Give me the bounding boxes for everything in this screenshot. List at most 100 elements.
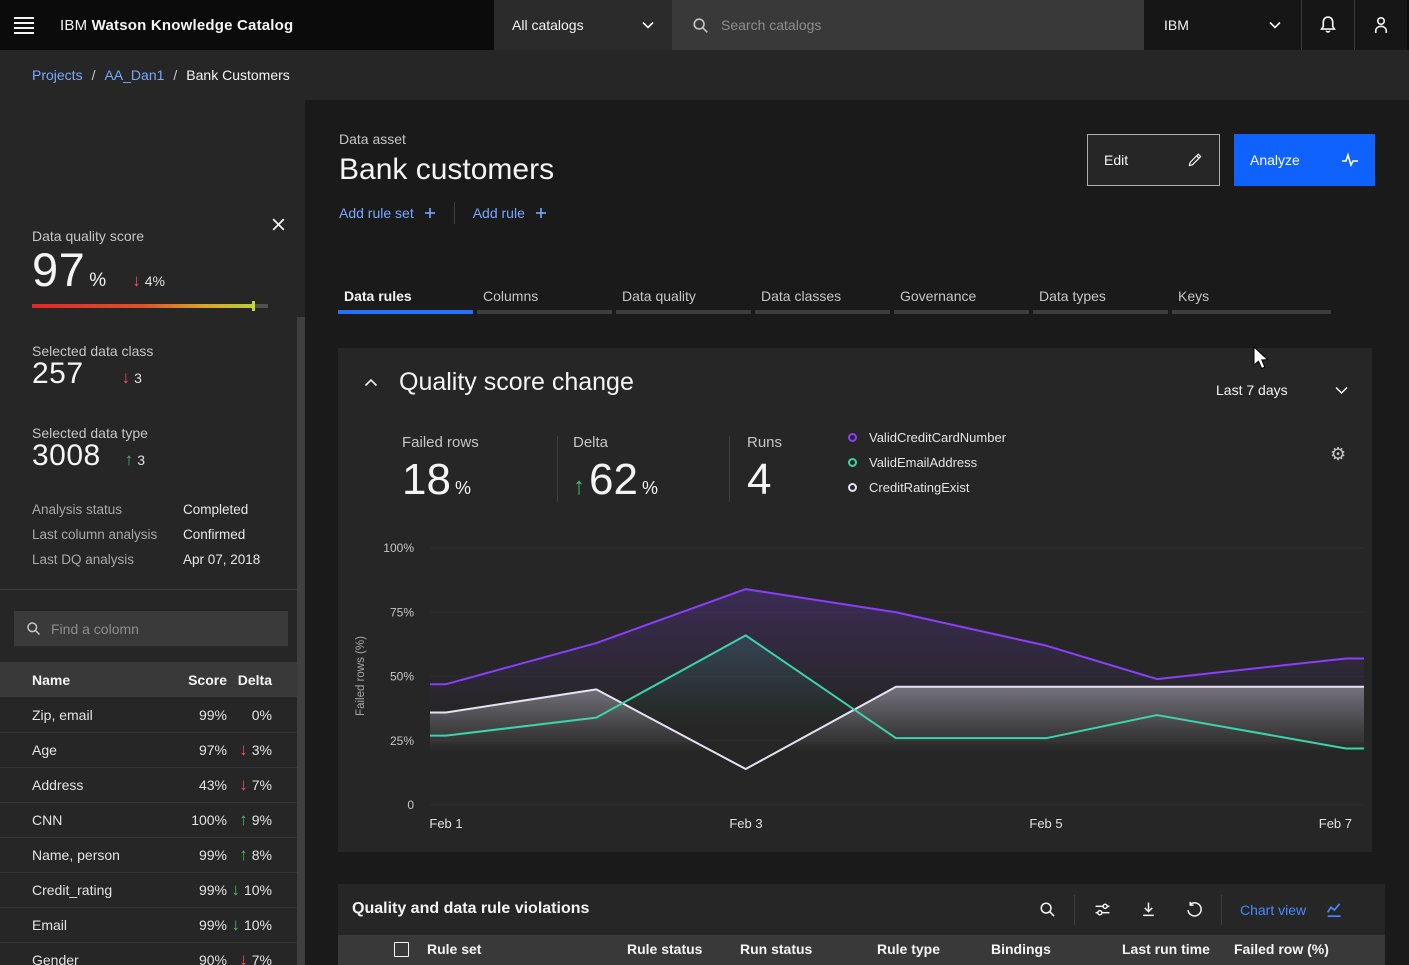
close-panel-button[interactable] [271, 217, 286, 232]
column-row[interactable]: CNN100%↑9% [0, 802, 305, 837]
tab-data-quality[interactable]: Data quality [616, 272, 755, 314]
tab-keys[interactable]: Keys [1172, 272, 1311, 314]
divider [454, 202, 455, 224]
breadcrumb-separator: / [173, 67, 177, 83]
breadcrumb-separator: / [92, 67, 96, 83]
find-column-input[interactable] [51, 621, 276, 637]
add-rule-set-link[interactable]: Add rule set [339, 205, 436, 221]
up-arrow-icon: ↑ [239, 845, 248, 865]
reset-button[interactable] [1179, 893, 1209, 926]
data-type-delta: 3 [137, 452, 145, 468]
download-button[interactable] [1133, 893, 1163, 926]
svg-text:0: 0 [407, 798, 414, 812]
plus-icon [424, 207, 436, 219]
edit-button[interactable]: Edit [1087, 134, 1220, 186]
collapse-section-button[interactable] [364, 378, 378, 387]
svg-text:Feb 7: Feb 7 [1319, 816, 1352, 831]
violations-header-last-run-time[interactable]: Last run time [1122, 941, 1234, 957]
svg-text:50%: 50% [390, 670, 414, 684]
header-delta: Delta [227, 672, 305, 688]
violations-header-failed-row-[interactable]: Failed row (%) [1234, 941, 1384, 957]
activity-icon [1341, 152, 1359, 168]
tab-data-types[interactable]: Data types [1033, 272, 1172, 314]
tab-data-classes[interactable]: Data classes [755, 272, 894, 314]
breadcrumb-item[interactable]: AA_Dan1 [104, 67, 164, 83]
search-input[interactable] [721, 17, 1123, 33]
quality-score-change-card: Quality score change Last 7 days Failed … [338, 348, 1372, 852]
column-row[interactable]: Credit_rating99%↓10% [0, 872, 305, 907]
svg-text:Feb 5: Feb 5 [1029, 816, 1062, 831]
search-button[interactable] [1032, 893, 1062, 926]
legend-item[interactable]: CreditRatingExist [848, 480, 1006, 495]
column-search [14, 611, 288, 646]
runs-stat: Runs 4 [747, 434, 782, 505]
column-row[interactable]: Email99%↓10% [0, 907, 305, 942]
add-rule-label: Add rule [473, 205, 525, 221]
violations-header-rule-status[interactable]: Rule status [627, 941, 740, 957]
divider [0, 589, 305, 590]
delta-stat: Delta ↑62% [573, 434, 658, 505]
legend-item[interactable]: ValidCreditCardNumber [848, 430, 1006, 445]
tab-data-rules[interactable]: Data rules [338, 272, 477, 314]
analyze-button-label: Analyze [1250, 152, 1300, 168]
violations-header-run-status[interactable]: Run status [740, 941, 877, 957]
gear-icon[interactable]: ⚙ [1330, 444, 1346, 465]
top-navbar: IBM Watson Knowledge Catalog All catalog… [0, 0, 1409, 50]
violations-header-rule-set[interactable]: Rule set [427, 941, 627, 957]
quality-score-line-chart: 100%75%50%25%0Failed rows (%)Feb 1Feb 3F… [338, 528, 1372, 844]
select-all-checkbox[interactable] [394, 942, 409, 957]
main-content: Data asset Bank customers Add rule set A… [305, 100, 1409, 965]
profile-button[interactable] [1354, 0, 1407, 50]
column-row[interactable]: Zip, email99%0% [0, 697, 305, 732]
filter-button[interactable] [1087, 893, 1117, 926]
down-arrow-icon: ↓ [239, 740, 248, 760]
settings-adjust-icon [1094, 901, 1111, 918]
app-title: IBM Watson Knowledge Catalog [60, 17, 293, 34]
add-rule-link[interactable]: Add rule [473, 205, 547, 221]
columns-table: Name Score Delta Zip, email99%0%Age97%↓3… [0, 662, 305, 965]
catalog-search [672, 0, 1143, 50]
chart-view-toggle[interactable]: Chart view [1240, 902, 1344, 918]
divider [1221, 895, 1222, 925]
user-icon [1371, 15, 1391, 35]
legend-item[interactable]: ValidEmailAddress [848, 455, 1006, 470]
sidebar-scrollbar[interactable] [297, 317, 305, 965]
down-arrow-icon: ↓ [239, 775, 248, 795]
page-title: Bank customers [339, 153, 554, 187]
catalog-selector[interactable]: All catalogs [494, 0, 672, 50]
chart-line-icon [1326, 902, 1344, 918]
violations-header-bindings[interactable]: Bindings [991, 941, 1122, 957]
data-quality-sidebar: Data quality score 97 % ↓ 4% Selected da… [0, 100, 305, 965]
add-rule-set-label: Add rule set [339, 205, 414, 221]
failed-rows-stat: Failed rows 18% [402, 434, 479, 505]
column-row[interactable]: Name, person99%↑8% [0, 837, 305, 872]
analysis-status-row: Analysis statusCompleted [32, 502, 272, 517]
data-class-value: 257 [32, 357, 84, 391]
meter-marker [252, 301, 255, 311]
delta-up-arrow: ↑ [573, 473, 585, 501]
tab-columns[interactable]: Columns [477, 272, 616, 314]
account-selector[interactable]: IBM [1143, 0, 1301, 50]
quality-score-trend-arrow: ↓ [132, 271, 141, 291]
chevron-up-icon [364, 378, 378, 387]
tab-governance[interactable]: Governance [894, 272, 1033, 314]
analyze-button[interactable]: Analyze [1234, 134, 1375, 186]
notifications-button[interactable] [1301, 0, 1354, 50]
search-icon [1039, 901, 1056, 918]
svg-text:Feb 3: Feb 3 [729, 816, 762, 831]
chart-view-label: Chart view [1240, 902, 1306, 918]
time-range-dropdown[interactable]: Last 7 days [1216, 382, 1348, 398]
svg-text:100%: 100% [383, 541, 414, 555]
violations-header-rule-type[interactable]: Rule type [877, 941, 991, 957]
column-row[interactable]: Age97%↓3% [0, 732, 305, 767]
edit-pencil-icon [1187, 152, 1203, 168]
column-row[interactable]: Gender90%↓7% [0, 942, 305, 965]
column-row[interactable]: Address43%↓7% [0, 767, 305, 802]
up-arrow-icon: ↑ [239, 810, 248, 830]
breadcrumb-item[interactable]: Projects [32, 67, 83, 83]
menu-icon[interactable] [0, 0, 48, 50]
data-type-trend-arrow: ↑ [125, 450, 134, 470]
search-icon [692, 17, 709, 34]
violations-title: Quality and data rule violations [352, 900, 589, 918]
reset-icon [1186, 901, 1203, 918]
